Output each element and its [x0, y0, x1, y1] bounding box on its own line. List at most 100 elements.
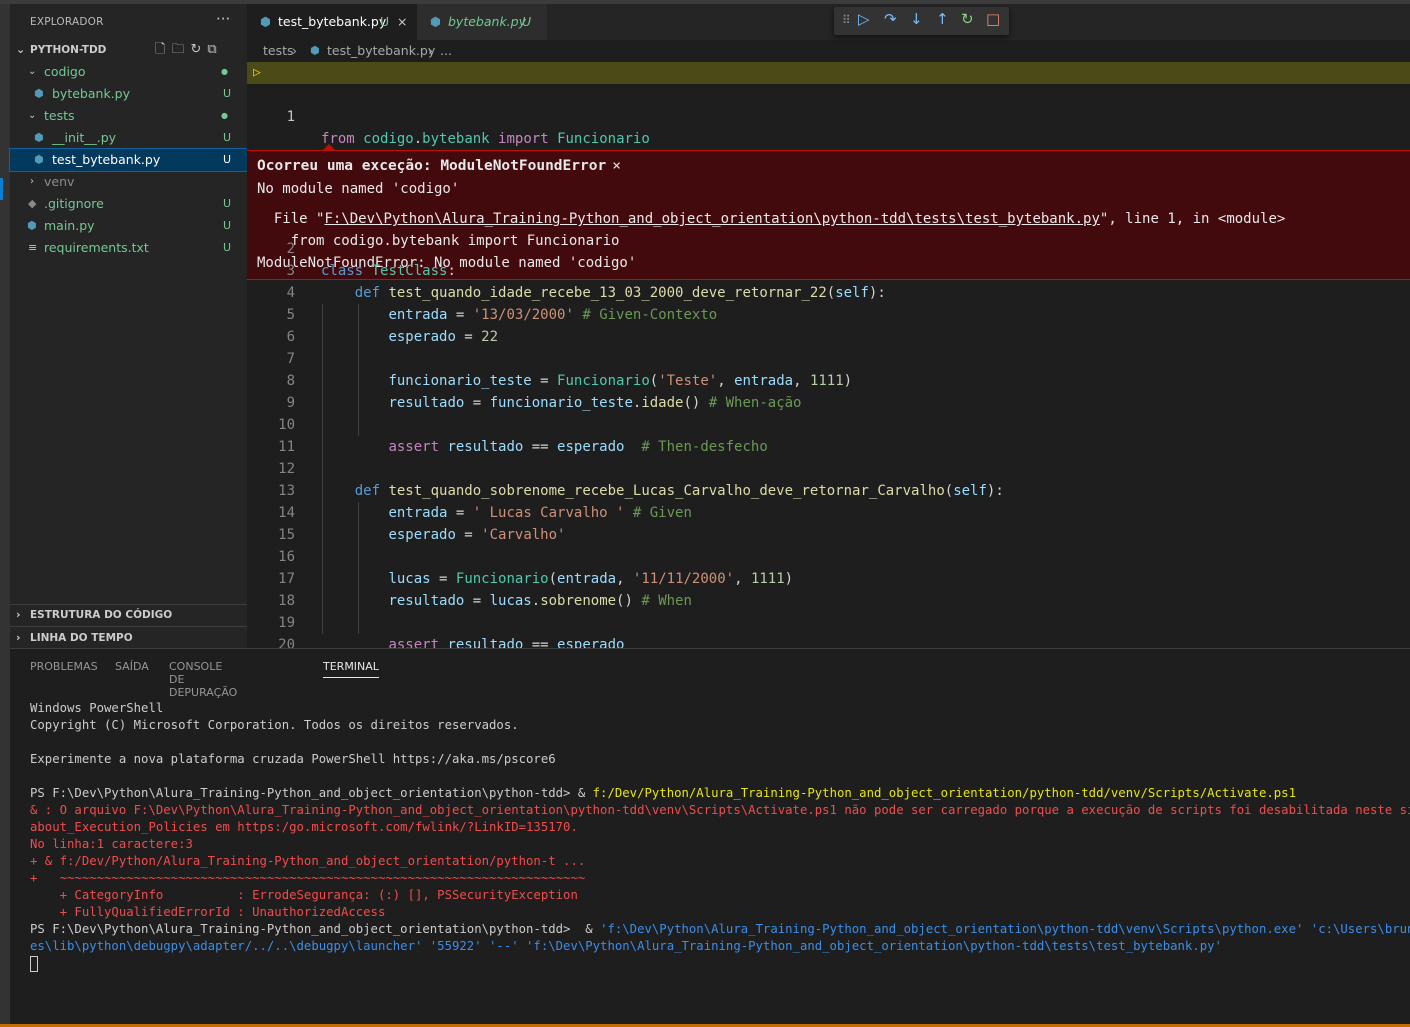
terminal-line: Copyright (C) Microsoft Corporation. Tod…	[30, 718, 519, 732]
breadcrumb-folder[interactable]: tests	[263, 40, 294, 62]
breadcrumb-file[interactable]: test_bytebank.py	[327, 40, 435, 62]
outline-title: ESTRUTURA DO CÓDIGO	[30, 609, 173, 621]
tab-test-bytebank[interactable]: ⬢ test_bytebank.py U ×	[247, 4, 417, 40]
more-actions-icon[interactable]: ···	[216, 10, 230, 28]
terminal-error-line: + CategoryInfo : ErrodeSegurança: (:) []…	[30, 888, 578, 902]
python-file-icon: ⬢	[430, 14, 441, 29]
close-icon[interactable]: ×	[612, 158, 621, 174]
code-line: 8 funcionario_teste = Funcionario('Teste…	[286, 373, 853, 389]
tab-terminal[interactable]: TERMINAL	[323, 660, 379, 678]
text-file-icon: ≡	[28, 241, 38, 254]
tree-folder-venv[interactable]: › venv	[10, 171, 247, 193]
step-out-icon[interactable]: ↑	[936, 10, 949, 28]
code-line: 3 class TestClass:	[286, 263, 456, 279]
untracked-badge: U	[223, 241, 232, 254]
tab-bytebank[interactable]: ⬢ bytebank.py U	[417, 4, 547, 40]
terminal-error-line: about_Execution_Policies em https:/go.mi…	[30, 820, 578, 834]
tab-label: bytebank.py	[448, 14, 526, 29]
untracked-badge: U	[223, 197, 232, 210]
restart-icon[interactable]: ↻	[961, 10, 974, 28]
code-line: 13 def test_quando_sobrenome_recebe_Luca…	[278, 483, 1004, 499]
tree-item-label: main.py	[44, 218, 95, 233]
git-file-icon: ◆	[28, 197, 37, 210]
code-line: 18 resultado = lucas.sobrenome() # When	[278, 593, 692, 609]
exception-pointer	[323, 144, 335, 150]
untracked-badge: U	[380, 14, 390, 29]
python-file-icon: ⬢	[27, 219, 37, 232]
terminal-output[interactable]: Windows PowerShell Copyright (C) Microso…	[30, 700, 1410, 972]
new-folder-icon[interactable]: 🗀	[171, 42, 190, 57]
explorer-sidebar: EXPLORADOR ··· ⌄ PYTHON-TDD 🗋🗀↻⧉ ⌄ codig…	[9, 4, 248, 648]
terminal-line: PS F:\Dev\Python\Alura_Training-Python_a…	[30, 786, 1296, 800]
untracked-badge: U	[223, 219, 232, 232]
new-file-icon[interactable]: 🗋	[155, 42, 171, 57]
step-into-icon[interactable]: ↓	[910, 10, 923, 28]
tab-output[interactable]: SAÍDA	[115, 660, 149, 673]
stop-icon[interactable]: □	[986, 10, 1000, 28]
tree-folder-codigo[interactable]: ⌄ codigo ●	[10, 61, 247, 83]
project-section-header[interactable]: ⌄ PYTHON-TDD 🗋🗀↻⧉	[10, 39, 247, 61]
tree-file-bytebank[interactable]: ⬢ bytebank.py U	[10, 83, 247, 105]
tab-label: test_bytebank.py	[278, 14, 387, 29]
breadcrumb-more[interactable]: ...	[440, 40, 452, 62]
untracked-badge: U	[223, 87, 232, 100]
project-name: PYTHON-TDD	[30, 44, 107, 56]
python-file-icon: ⬢	[310, 44, 320, 57]
tab-problems[interactable]: PROBLEMAS	[30, 660, 98, 673]
refresh-icon[interactable]: ↻	[190, 42, 207, 57]
python-file-icon: ⬢	[34, 131, 44, 144]
exception-message: No module named 'codigo'	[257, 181, 460, 197]
terminal-cursor	[30, 956, 38, 972]
explorer-action-icons[interactable]: 🗋🗀↻⧉	[155, 39, 223, 61]
tree-folder-tests[interactable]: ⌄ tests ●	[10, 105, 247, 127]
code-line: 17 lucas = Funcionario(entrada, '11/11/2…	[278, 571, 794, 587]
code-line: 15 esperado = 'Carvalho'	[278, 527, 566, 543]
exception-trace-file: File "F:\Dev\Python\Alura_Training-Pytho…	[257, 211, 1286, 227]
tree-item-label: test_bytebank.py	[52, 152, 161, 167]
code-line: 2	[286, 241, 295, 257]
chevron-right-icon: ›	[428, 43, 433, 58]
terminal-line: PS F:\Dev\Python\Alura_Training-Python_a…	[30, 922, 1410, 936]
code-line: 11 assert resultado == esperado # Then-d…	[278, 439, 768, 455]
tree-file-main[interactable]: ⬢ main.py U	[10, 215, 247, 237]
tree-file-test-bytebank[interactable]: ⬢ test_bytebank.py U	[9, 148, 248, 172]
close-icon[interactable]: ×	[397, 4, 407, 40]
code-line: 6 esperado = 22	[286, 329, 499, 345]
tab-debug-console[interactable]: CONSOLE DE DEPURAÇÃO	[169, 660, 237, 699]
code-line: 12	[278, 461, 295, 477]
python-file-icon: ⬢	[34, 87, 44, 100]
breakpoint-arrow-icon[interactable]: ▷	[253, 62, 261, 84]
code-line: 7	[286, 351, 295, 367]
chevron-right-icon: ›	[16, 608, 21, 621]
code-line: 14 entrada = ' Lucas Carvalho ' # Given	[278, 505, 692, 521]
code-line: 10	[278, 417, 295, 433]
timeline-section-header[interactable]: › LINHA DO TEMPO	[10, 626, 247, 648]
modified-dot: ●	[221, 111, 228, 120]
tree-item-label: requirements.txt	[44, 240, 149, 255]
terminal-line: Experimente a nova plataforma cruzada Po…	[30, 752, 556, 766]
bottom-panel: PROBLEMAS SAÍDA CONSOLE DE DEPURAÇÃO TER…	[10, 648, 1410, 1027]
explorer-title: EXPLORADOR	[30, 16, 104, 28]
untracked-badge: U	[223, 153, 232, 166]
vscode-window: EXPLORADOR ··· ⌄ PYTHON-TDD 🗋🗀↻⧉ ⌄ codig…	[0, 0, 1410, 1027]
outline-section-header[interactable]: › ESTRUTURA DO CÓDIGO	[10, 604, 247, 626]
tree-file-requirements[interactable]: ≡ requirements.txt U	[10, 237, 247, 259]
tree-item-label: tests	[44, 108, 75, 123]
collapse-all-icon[interactable]: ⧉	[207, 42, 222, 57]
drag-handle-icon[interactable]: ⠿	[842, 13, 851, 27]
terminal-error-line: + & f:/Dev/Python/Alura_Training-Python_…	[30, 854, 586, 868]
terminal-error-line: No linha:1 caractere:3	[30, 837, 193, 851]
debug-toolbar: ⠿ ▷ ↷ ↓ ↑ ↻ □	[834, 7, 1009, 35]
trace-file-link[interactable]: F:\Dev\Python\Alura_Training-Python_and_…	[324, 211, 1099, 227]
untracked-badge: U	[522, 14, 532, 29]
line-number: 1	[286, 109, 295, 125]
chevron-down-icon: ⌄	[16, 43, 26, 56]
tree-item-label: bytebank.py	[52, 86, 130, 101]
tree-item-label: .gitignore	[44, 196, 104, 211]
continue-icon[interactable]: ▷	[858, 10, 870, 28]
code-line: ▷ 1 from codigo.bytebank import Funciona…	[247, 62, 1410, 147]
terminal-error-line: & : O arquivo F:\Dev\Python\Alura_Traini…	[30, 803, 1410, 817]
tree-file-init[interactable]: ⬢ __init__.py U	[10, 127, 247, 149]
step-over-icon[interactable]: ↷	[884, 10, 897, 28]
tree-file-gitignore[interactable]: ◆ .gitignore U	[10, 193, 247, 215]
